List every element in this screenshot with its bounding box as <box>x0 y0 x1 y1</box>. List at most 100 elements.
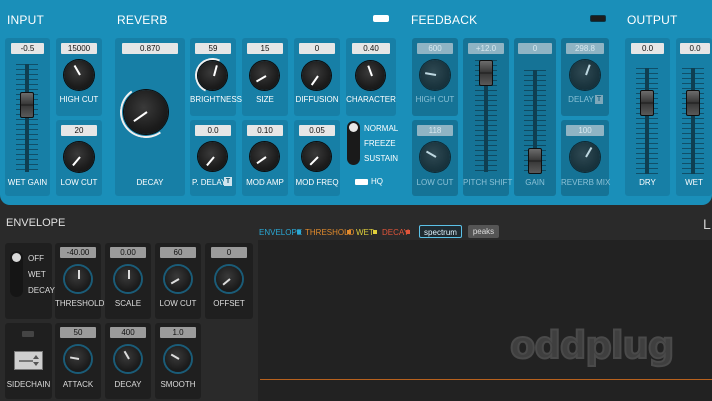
offset-knob[interactable] <box>216 266 242 292</box>
feedback-enable-toggle[interactable] <box>590 15 606 22</box>
input-high-cut-module: 15000 HIGH CUT <box>56 38 102 116</box>
reverb-mix-value[interactable]: 100 <box>566 125 604 136</box>
smooth-module: 1.0 SMOOTH <box>155 323 201 399</box>
hq-label: HQ <box>371 177 383 186</box>
size-value[interactable]: 15 <box>247 43 283 54</box>
feedback-high-cut-knob[interactable] <box>420 60 450 90</box>
sidechain-selector[interactable] <box>14 351 43 370</box>
character-knob[interactable] <box>356 61 385 90</box>
chevron-down-icon <box>33 362 39 366</box>
reverb-mix-label: REVERB MIX <box>561 178 611 187</box>
feedback-delay-tempo-toggle[interactable]: T <box>595 95 603 104</box>
envelope-decay-knob[interactable] <box>115 346 141 372</box>
wet-gain-label: WET GAIN <box>7 178 48 187</box>
legend-threshold-swatch <box>347 230 351 234</box>
pre-delay-tempo-toggle[interactable]: T <box>224 177 232 186</box>
wet-track[interactable] <box>691 68 695 174</box>
feedback-delay-value[interactable]: 298.8 <box>566 43 604 54</box>
threshold-knob[interactable] <box>65 266 91 292</box>
sidechain-led[interactable] <box>22 331 34 337</box>
envelope-decay-value[interactable]: 400 <box>110 327 146 338</box>
input-high-cut-knob[interactable] <box>64 60 94 90</box>
reverb-mode-freeze[interactable]: FREEZE <box>364 139 396 148</box>
input-low-cut-module: 20 LOW CUT <box>56 120 102 196</box>
reverb-mode-normal[interactable]: NORMAL <box>364 124 398 133</box>
legend-envelope[interactable]: ENVELOPE <box>259 228 302 237</box>
pitch-shift-value[interactable]: +12.0 <box>468 43 504 54</box>
input-low-cut-knob[interactable] <box>64 142 94 172</box>
size-knob[interactable] <box>250 61 279 90</box>
diffusion-knob[interactable] <box>302 61 331 90</box>
reverb-section-title: REVERB <box>117 13 168 27</box>
envelope-low-cut-value[interactable]: 60 <box>160 247 196 258</box>
envelope-low-cut-knob[interactable] <box>165 266 191 292</box>
smooth-knob[interactable] <box>165 346 191 372</box>
mod-amp-module: 0.10 MOD AMP <box>242 120 288 196</box>
scale-knob[interactable] <box>115 266 141 292</box>
pre-delay-module: 0.0 P. DELAY T <box>190 120 236 196</box>
mod-amp-value[interactable]: 0.10 <box>247 125 283 136</box>
brightness-value[interactable]: 59 <box>195 43 231 54</box>
feedback-delay-knob[interactable] <box>570 60 600 90</box>
envelope-mode-switch[interactable] <box>10 251 23 297</box>
scale-label: SCALE <box>114 299 142 308</box>
attack-knob[interactable] <box>65 346 91 372</box>
envelope-mode-wet[interactable]: WET <box>28 270 46 279</box>
diffusion-value[interactable]: 0 <box>299 43 335 54</box>
legend-envelope-swatch <box>297 230 301 234</box>
envelope-mode-decay[interactable]: DECAY <box>28 286 55 295</box>
reverb-enable-toggle[interactable] <box>373 15 389 22</box>
character-module: 0.40 CHARACTER <box>346 38 396 116</box>
dry-fader[interactable] <box>640 90 654 116</box>
feedback-low-cut-module: 118 LOW CUT <box>412 120 458 196</box>
hq-toggle[interactable] <box>355 179 368 185</box>
legend-decay[interactable]: DECAY <box>382 228 409 237</box>
reverb-decay-value[interactable]: 0.870 <box>122 43 178 54</box>
offset-module: 0 OFFSET <box>205 243 253 319</box>
reverb-mix-knob[interactable] <box>570 142 600 172</box>
view-spectrum-button[interactable]: spectrum <box>419 225 462 238</box>
view-peaks-button[interactable]: peaks <box>468 225 499 238</box>
mod-freq-value[interactable]: 0.05 <box>299 125 335 136</box>
threshold-value[interactable]: -40.00 <box>60 247 96 258</box>
smooth-value[interactable]: 1.0 <box>160 327 196 338</box>
wet-gain-track[interactable] <box>25 64 29 172</box>
envelope-mode-off[interactable]: OFF <box>28 254 44 263</box>
feedback-high-cut-value[interactable]: 600 <box>417 43 453 54</box>
wet-fader[interactable] <box>686 90 700 116</box>
mod-freq-label: MOD FREQ <box>295 178 339 187</box>
mod-freq-knob[interactable] <box>302 142 331 171</box>
input-high-cut-value[interactable]: 15000 <box>61 43 97 54</box>
pre-delay-knob[interactable] <box>198 142 227 171</box>
reverb-decay-knob[interactable] <box>124 90 168 134</box>
mod-amp-knob[interactable] <box>250 142 279 171</box>
edge-letter: L <box>703 216 711 232</box>
character-label: CHARACTER <box>346 95 396 104</box>
reverb-decay-module: 0.870 DECAY <box>115 38 185 196</box>
feedback-low-cut-label: LOW CUT <box>416 178 454 187</box>
character-value[interactable]: 0.40 <box>352 43 390 54</box>
feedback-gain-fader[interactable] <box>528 148 542 174</box>
wet-gain-fader[interactable] <box>20 92 34 118</box>
wet-gain-value[interactable]: -0.5 <box>11 43 44 54</box>
dry-track[interactable] <box>645 68 649 174</box>
reverb-mode-sustain[interactable]: SUSTAIN <box>364 154 398 163</box>
wet-label: WET <box>685 178 703 187</box>
input-low-cut-value[interactable]: 20 <box>61 125 97 136</box>
scale-value[interactable]: 0.00 <box>110 247 146 258</box>
offset-value[interactable]: 0 <box>211 247 247 258</box>
brightness-knob[interactable] <box>198 61 227 90</box>
brightness-module: 59 BRIGHTNESS <box>190 38 242 116</box>
attack-value[interactable]: 50 <box>60 327 96 338</box>
pre-delay-value[interactable]: 0.0 <box>195 125 231 136</box>
dry-label: DRY <box>639 178 656 187</box>
reverb-mode-switch[interactable] <box>347 121 360 165</box>
legend-wet[interactable]: WET <box>356 228 374 237</box>
feedback-gain-value[interactable]: 0 <box>518 43 552 54</box>
dry-value[interactable]: 0.0 <box>631 43 664 54</box>
wet-value[interactable]: 0.0 <box>680 43 710 54</box>
input-low-cut-label: LOW CUT <box>60 178 98 187</box>
feedback-low-cut-knob[interactable] <box>420 142 450 172</box>
feedback-low-cut-value[interactable]: 118 <box>417 125 453 136</box>
pitch-shift-fader[interactable] <box>479 60 493 86</box>
